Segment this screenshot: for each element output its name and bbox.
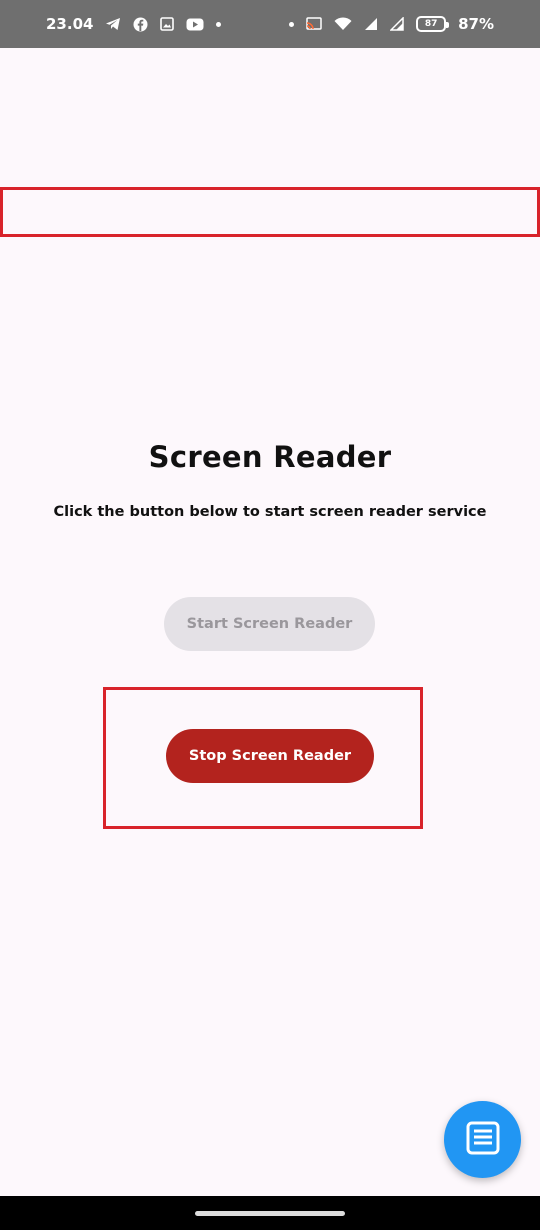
facebook-icon <box>133 17 148 32</box>
battery-icon: 87 <box>416 16 450 32</box>
status-bar-left: 23.04 <box>46 15 222 33</box>
telegram-icon <box>105 17 121 31</box>
clock: 23.04 <box>46 15 94 33</box>
status-bar-right: 87 87% <box>289 15 494 33</box>
cast-icon <box>306 17 322 31</box>
youtube-icon <box>186 18 204 31</box>
page-title: Screen Reader <box>148 440 392 474</box>
signal-icon <box>364 17 378 31</box>
page-subtitle: Click the button below to start screen r… <box>53 504 487 520</box>
home-indicator[interactable] <box>195 1210 345 1216</box>
fab-button[interactable] <box>444 1101 521 1178</box>
notification-dot-icon <box>216 21 222 27</box>
dot-icon <box>289 21 295 27</box>
stop-screen-reader-button[interactable]: Stop Screen Reader <box>166 729 374 783</box>
start-screen-reader-button[interactable]: Start Screen Reader <box>164 597 375 651</box>
list-icon <box>465 1120 501 1160</box>
signal-icon-2 <box>390 17 404 31</box>
wifi-icon <box>334 17 352 31</box>
navigation-bar <box>0 1196 540 1230</box>
gallery-icon <box>160 17 175 31</box>
battery-level: 87 <box>424 19 438 29</box>
status-bar: 23.04 87 87% <box>0 0 540 48</box>
battery-percent: 87% <box>458 15 494 33</box>
highlight-box-top <box>0 187 540 237</box>
